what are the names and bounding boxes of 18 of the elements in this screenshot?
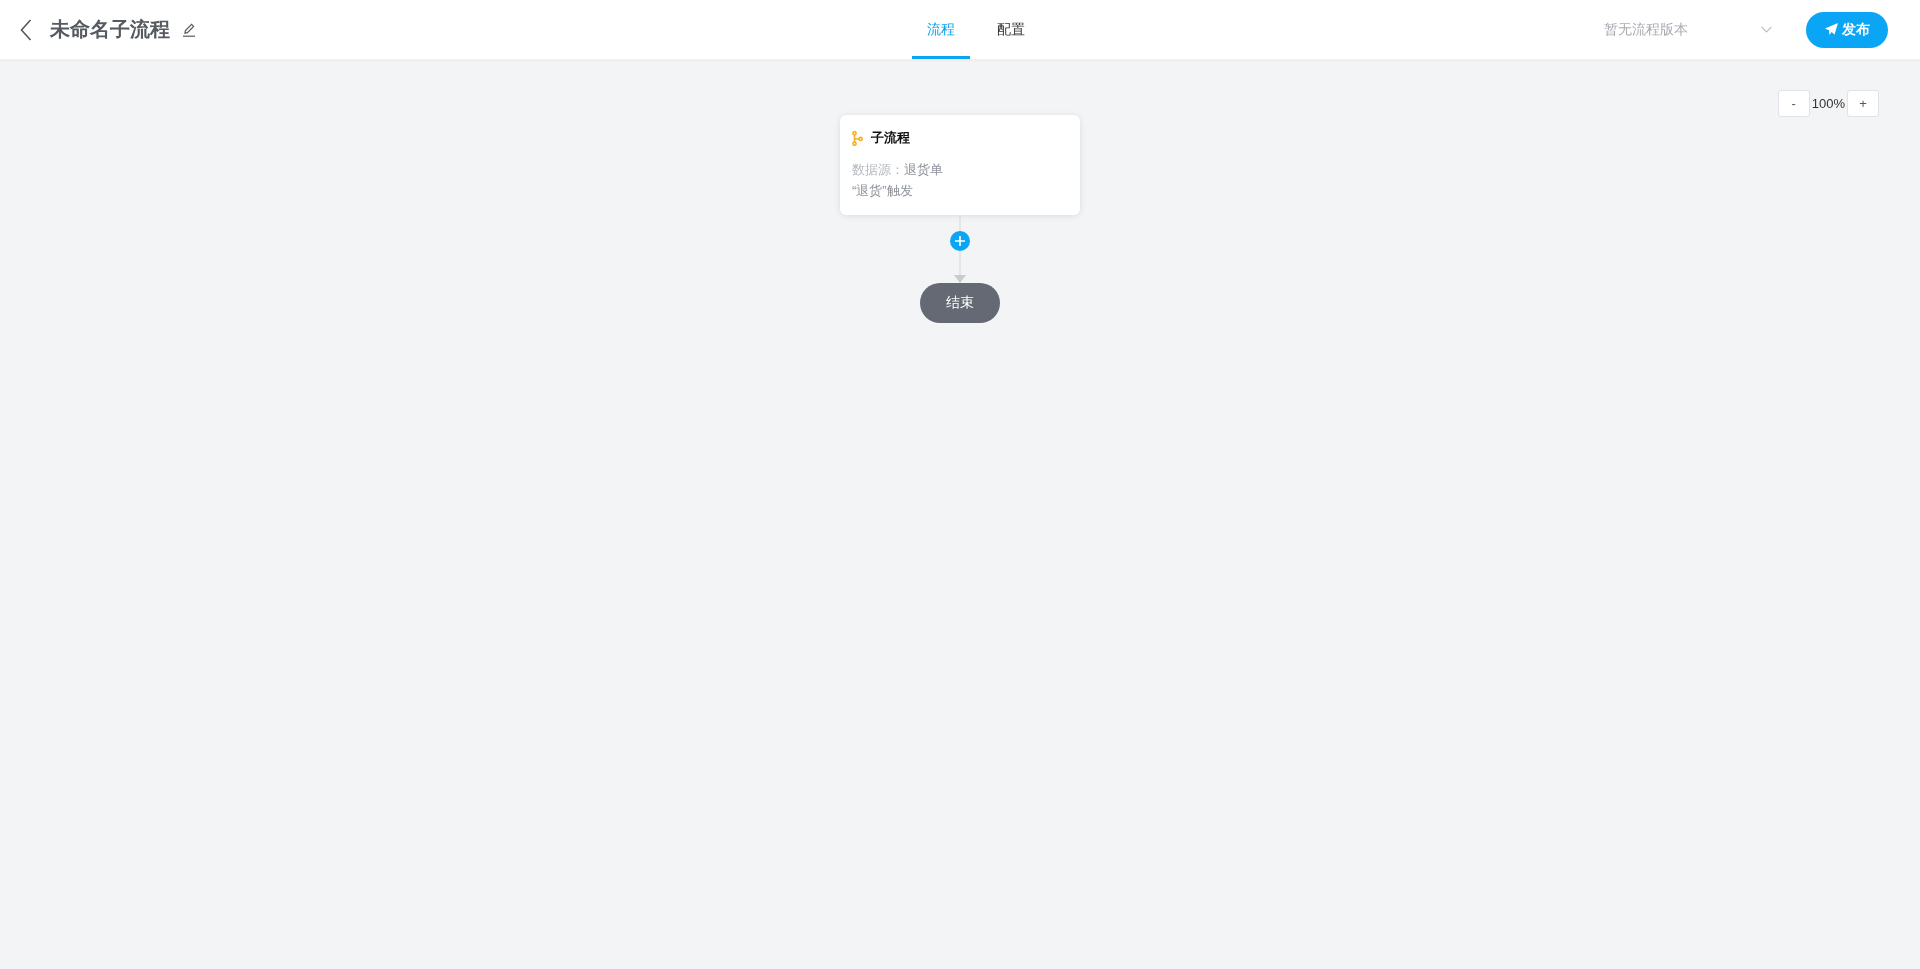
plus-icon bbox=[955, 236, 965, 246]
chevron-down-icon bbox=[1761, 26, 1772, 33]
chevron-left-icon[interactable] bbox=[20, 18, 32, 41]
pencil-icon[interactable] bbox=[182, 22, 196, 37]
add-node-button[interactable] bbox=[950, 231, 970, 251]
zoom-in-button[interactable]: + bbox=[1847, 90, 1879, 117]
zoom-out-button[interactable]: - bbox=[1777, 90, 1810, 117]
flow-title: 未命名子流程 bbox=[50, 17, 170, 42]
zoom-level: 100% bbox=[1811, 96, 1845, 111]
paper-plane-icon bbox=[1824, 23, 1838, 36]
data-source-value: 退货单 bbox=[904, 161, 943, 179]
node-title: 子流程 bbox=[871, 129, 910, 147]
branch-icon bbox=[852, 130, 863, 146]
tab[interactable]: 配置 bbox=[982, 0, 1040, 59]
end-node: 结束 bbox=[920, 283, 1000, 323]
data-source-label: 数据源： bbox=[852, 161, 904, 179]
trigger-text: “退货”触发 bbox=[852, 182, 913, 200]
subprocess-node-card[interactable]: 子流程 数据源：退货单 “退货”触发 bbox=[840, 115, 1080, 215]
